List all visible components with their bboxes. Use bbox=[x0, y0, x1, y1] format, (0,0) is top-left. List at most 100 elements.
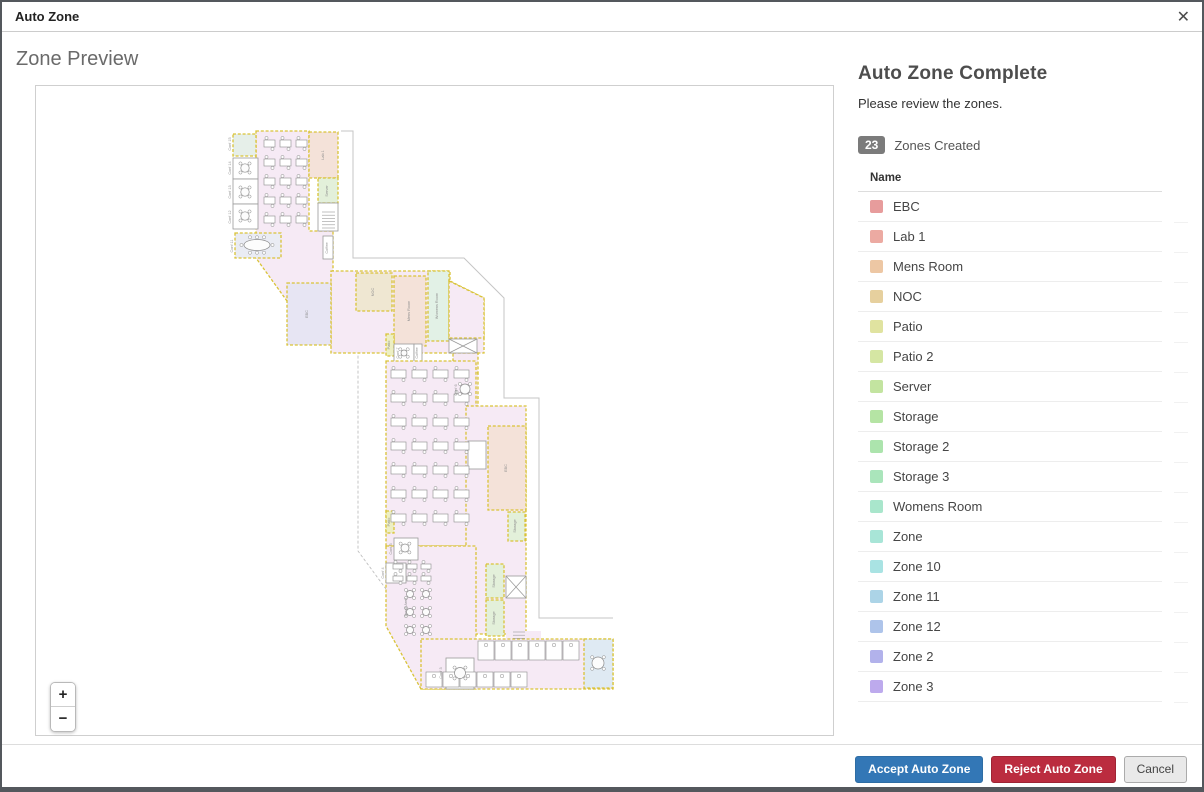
zone-color-swatch bbox=[870, 620, 883, 633]
svg-text:Conf 15: Conf 15 bbox=[228, 137, 232, 150]
cancel-button[interactable]: Cancel bbox=[1124, 756, 1187, 783]
svg-text:Patio: Patio bbox=[387, 518, 391, 527]
svg-text:Break Area: Break Area bbox=[404, 597, 408, 617]
zone-name: Zone bbox=[893, 529, 923, 544]
svg-text:Coffee: Coffee bbox=[415, 347, 419, 358]
zone-row[interactable]: Zone 2 bbox=[858, 642, 1162, 672]
zone-name: Zone 11 bbox=[893, 589, 940, 604]
zone-color-swatch bbox=[870, 320, 883, 333]
svg-text:Conf 11: Conf 11 bbox=[230, 239, 234, 252]
zone-name: Lab 1 bbox=[893, 229, 926, 244]
svg-text:EBC: EBC bbox=[504, 464, 508, 472]
zones-count-badge: 23 bbox=[858, 136, 885, 154]
zones-table: Name EBC Lab 1 Mens Room NOC Patio Patio 2 Ser… bbox=[858, 169, 1190, 702]
zone-name: Zone 12 bbox=[893, 619, 941, 634]
svg-text:Lab 1: Lab 1 bbox=[321, 150, 325, 160]
zone-name: NOC bbox=[893, 289, 922, 304]
zone-preview-heading: Zone Preview bbox=[16, 48, 138, 71]
zones-created-label: Zones Created bbox=[894, 138, 980, 153]
zone-color-swatch bbox=[870, 440, 883, 453]
zone-color-swatch bbox=[870, 350, 883, 363]
reject-auto-zone-button[interactable]: Reject Auto Zone bbox=[991, 756, 1115, 783]
svg-text:Conf 5: Conf 5 bbox=[389, 543, 393, 554]
zone-name: Zone 10 bbox=[893, 559, 941, 574]
zone-color-swatch bbox=[870, 470, 883, 483]
svg-text:Conf 4: Conf 4 bbox=[381, 567, 385, 578]
svg-text:Mens Room: Mens Room bbox=[407, 301, 411, 321]
panel-subtitle: Please review the zones. bbox=[858, 96, 1190, 111]
zone-name: Womens Room bbox=[893, 499, 982, 514]
zone-name: Zone 3 bbox=[893, 679, 933, 694]
svg-text:Conf 6: Conf 6 bbox=[454, 384, 458, 395]
zone-row[interactable]: Zone 11 bbox=[858, 582, 1162, 612]
zone-color-swatch bbox=[870, 680, 883, 693]
footer-buttons: Accept Auto Zone Reject Auto Zone Cancel bbox=[855, 756, 1187, 783]
zone-name: Mens Room bbox=[893, 259, 963, 274]
zone-row[interactable]: Lab 1 bbox=[858, 222, 1162, 252]
zone-row[interactable]: Storage 2 bbox=[858, 432, 1162, 462]
zone-name: Storage bbox=[893, 409, 939, 424]
zones-created-row: 23 Zones Created bbox=[858, 136, 1190, 154]
zone-name: Storage 2 bbox=[893, 439, 949, 454]
zone-list: EBC Lab 1 Mens Room NOC Patio Patio 2 Server St… bbox=[858, 192, 1190, 702]
modal-footer: Accept Auto Zone Reject Auto Zone Cancel bbox=[2, 744, 1202, 787]
zone-row[interactable]: Server bbox=[858, 372, 1162, 402]
auto-zone-result-panel: Auto Zone Complete Please review the zon… bbox=[858, 35, 1190, 702]
zone-row[interactable]: Zone bbox=[858, 522, 1162, 552]
zoom-out-button[interactable]: − bbox=[51, 707, 75, 731]
zone-name: Server bbox=[893, 379, 931, 394]
zone-name: EBC bbox=[893, 199, 920, 214]
map-zoom-control: + − bbox=[50, 682, 76, 732]
zone-row[interactable]: Patio 2 bbox=[858, 342, 1162, 372]
zone-color-swatch bbox=[870, 650, 883, 663]
zone-color-swatch bbox=[870, 590, 883, 603]
svg-text:Storage: Storage bbox=[492, 574, 496, 587]
zone-row[interactable]: EBC bbox=[858, 192, 1162, 222]
svg-text:Conf 13: Conf 13 bbox=[228, 185, 232, 198]
zone-row[interactable]: Womens Room bbox=[858, 492, 1162, 522]
zone-row[interactable]: Zone 12 bbox=[858, 612, 1162, 642]
zone-name: Zone 2 bbox=[893, 649, 933, 664]
auto-zone-modal: Auto Zone ✕ Zone Preview Conf 15Conf 14C… bbox=[0, 0, 1204, 792]
zone-row[interactable]: Patio bbox=[858, 312, 1162, 342]
zone-row[interactable]: NOC bbox=[858, 282, 1162, 312]
modal-header: Auto Zone ✕ bbox=[2, 2, 1202, 32]
zone-color-swatch bbox=[870, 410, 883, 423]
zone-row[interactable]: Zone 10 bbox=[858, 552, 1162, 582]
svg-text:Coffee: Coffee bbox=[325, 242, 329, 253]
svg-text:Server: Server bbox=[325, 185, 329, 197]
zone-name: Patio bbox=[893, 319, 923, 334]
svg-text:Conf 14: Conf 14 bbox=[228, 161, 232, 174]
svg-text:Conf 12: Conf 12 bbox=[228, 210, 232, 223]
zone-color-swatch bbox=[870, 380, 883, 393]
modal-title: Auto Zone bbox=[15, 2, 79, 32]
svg-text:Storage: Storage bbox=[513, 519, 517, 532]
zone-row[interactable]: Mens Room bbox=[858, 252, 1162, 282]
zones-table-end-column bbox=[1174, 193, 1188, 703]
svg-text:NOC: NOC bbox=[371, 288, 375, 297]
zone-color-swatch bbox=[870, 500, 883, 513]
zoom-in-button[interactable]: + bbox=[51, 683, 75, 707]
zone-color-swatch bbox=[870, 200, 883, 213]
floorplan-svg: Conf 15 Conf 14 Conf 13 Conf 12 Conf 11 Lab 1… bbox=[36, 86, 833, 735]
svg-text:Conf 7: Conf 7 bbox=[396, 347, 400, 358]
close-icon[interactable]: ✕ bbox=[1177, 7, 1190, 27]
zone-row[interactable]: Zone 3 bbox=[858, 672, 1162, 702]
floorplan-preview-canvas[interactable]: Conf 15 Conf 14 Conf 13 Conf 12 Conf 11 Lab 1… bbox=[35, 85, 834, 736]
svg-text:Storage: Storage bbox=[492, 611, 496, 624]
zone-color-swatch bbox=[870, 530, 883, 543]
zone-color-swatch bbox=[870, 230, 883, 243]
zone-color-swatch bbox=[870, 290, 883, 303]
accept-auto-zone-button[interactable]: Accept Auto Zone bbox=[855, 756, 983, 783]
zone-row[interactable]: Storage bbox=[858, 402, 1162, 432]
svg-text:EBC: EBC bbox=[305, 310, 309, 318]
zone-name: Storage 3 bbox=[893, 469, 949, 484]
panel-title: Auto Zone Complete bbox=[858, 63, 1190, 85]
zone-name: Patio 2 bbox=[893, 349, 933, 364]
zone-row[interactable]: Storage 3 bbox=[858, 462, 1162, 492]
zones-table-header: Name bbox=[858, 169, 1162, 192]
svg-text:Womens Room: Womens Room bbox=[435, 293, 439, 319]
svg-text:Conf 3: Conf 3 bbox=[439, 667, 443, 678]
zone-color-swatch bbox=[870, 560, 883, 573]
zone-color-swatch bbox=[870, 260, 883, 273]
